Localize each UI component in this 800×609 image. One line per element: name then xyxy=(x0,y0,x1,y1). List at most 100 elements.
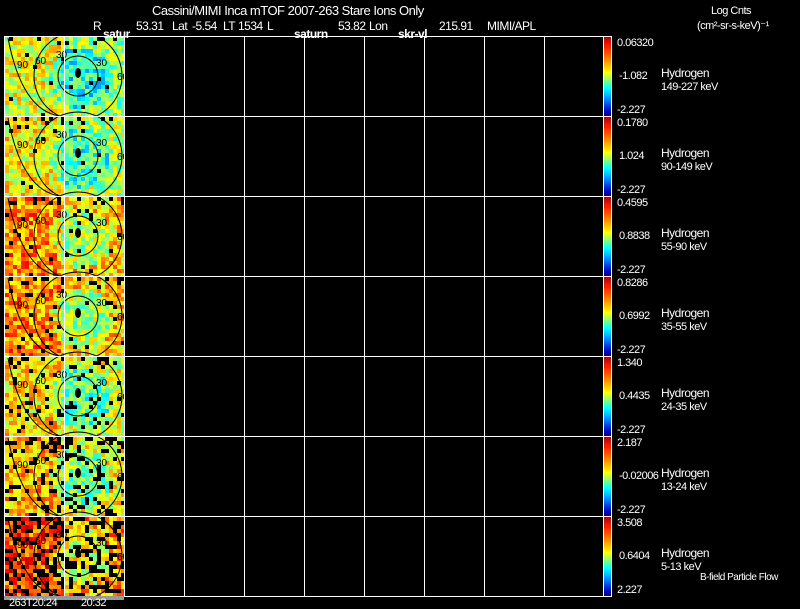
heatmap-cell xyxy=(25,313,29,317)
heatmap-cell xyxy=(49,333,53,337)
heatmap-cell xyxy=(5,489,9,493)
heatmap-cell xyxy=(89,45,93,49)
heatmap-cell xyxy=(109,237,113,241)
heatmap-cell xyxy=(89,129,93,133)
heatmap-cell xyxy=(5,129,9,133)
heatmap-cell xyxy=(13,213,17,217)
heatmap-cell xyxy=(45,181,49,185)
heatmap-cell xyxy=(73,565,77,569)
heatmap-cell xyxy=(13,429,17,433)
heatmap-cell xyxy=(41,549,45,553)
heatmap-cell xyxy=(37,277,41,281)
heatmap-cell xyxy=(65,477,69,481)
heatmap-cell xyxy=(105,93,109,97)
heatmap-cell xyxy=(69,73,73,77)
heatmap-cell xyxy=(101,473,105,477)
heatmap-cell xyxy=(85,321,89,325)
heatmap-cell xyxy=(73,221,77,225)
heatmap-cell xyxy=(101,453,105,457)
heatmap-cell xyxy=(57,429,61,433)
heatmap-cell xyxy=(57,101,61,105)
heatmap-cell xyxy=(65,361,69,365)
heatmap-cell xyxy=(57,177,61,181)
heatmap-cell xyxy=(17,165,21,169)
heatmap-cell xyxy=(33,45,37,49)
colorbar-mid: -0.02006 xyxy=(619,470,659,482)
heatmap-cell xyxy=(53,521,57,525)
heatmap-cell xyxy=(53,473,57,477)
heatmap-cell xyxy=(37,77,41,81)
heatmap-cell xyxy=(9,161,13,165)
heatmap-cell xyxy=(101,293,105,297)
heatmap-cell xyxy=(29,381,33,385)
heatmap-cell xyxy=(81,541,85,545)
heatmap-cell xyxy=(9,561,13,565)
heatmap-cell xyxy=(9,517,13,521)
heatmap-cell xyxy=(93,229,97,233)
contour-label: 30 xyxy=(96,458,108,469)
heatmap-cell xyxy=(109,437,113,441)
heatmap-cell xyxy=(13,401,17,405)
heatmap-cell xyxy=(65,265,69,269)
heatmap-cell xyxy=(89,561,93,565)
heatmap-cell xyxy=(85,485,89,489)
heatmap-cell xyxy=(33,525,37,529)
heatmap-cell xyxy=(105,529,109,533)
heatmap-cell xyxy=(5,185,9,189)
heatmap-cell xyxy=(49,305,53,309)
heatmap-cell xyxy=(73,321,77,325)
heatmap-cell xyxy=(89,397,93,401)
heatmap-cell xyxy=(117,357,121,361)
heatmap-cell xyxy=(33,349,37,353)
heatmap-cell xyxy=(81,81,85,85)
heatmap-cell xyxy=(49,489,53,493)
heatmap-cell xyxy=(69,101,73,105)
heatmap-cell xyxy=(109,57,113,61)
heatmap-cell xyxy=(81,337,85,341)
heatmap-cell xyxy=(89,545,93,549)
heatmap-cell xyxy=(49,325,53,329)
heatmap-cell xyxy=(37,73,41,77)
heatmap-cell xyxy=(109,177,113,181)
heatmap-cell xyxy=(113,509,117,513)
heatmap-cell xyxy=(85,541,89,545)
heatmap-cell xyxy=(49,229,53,233)
heatmap-cell xyxy=(89,589,93,593)
heatmap-cell xyxy=(37,41,41,45)
heatmap-cell xyxy=(101,209,105,213)
heatmap-cell xyxy=(101,85,105,89)
heatmap-cell xyxy=(49,577,53,581)
heatmap-cell xyxy=(89,165,93,169)
heatmap-cell xyxy=(85,125,89,129)
heatmap-cell xyxy=(97,533,101,537)
heatmap-cell xyxy=(109,153,113,157)
heatmap-cell xyxy=(13,369,17,373)
heatmap-cell xyxy=(73,569,77,573)
heatmap-cell xyxy=(109,565,113,569)
colorbar-mid: 0.6992 xyxy=(619,310,650,322)
heatmap-cell xyxy=(65,41,69,45)
heatmap-cell xyxy=(73,169,77,173)
heatmap-cell xyxy=(113,89,117,93)
heatmap-cell xyxy=(81,185,85,189)
heatmap-cell xyxy=(49,445,53,449)
heatmap-cell xyxy=(109,297,113,301)
heatmap-cell xyxy=(29,321,33,325)
heatmap-cell xyxy=(109,89,113,93)
heatmap-cell xyxy=(113,349,117,353)
heatmap-cell xyxy=(9,81,13,85)
heatmap-cell xyxy=(13,329,17,333)
heatmap-cell xyxy=(81,497,85,501)
heatmap-cell xyxy=(9,385,13,389)
heatmap-cell xyxy=(9,317,13,321)
heatmap-cell xyxy=(77,181,81,185)
heatmap-cell xyxy=(77,409,81,413)
heatmap-cell xyxy=(89,557,93,561)
heatmap-cell xyxy=(17,269,21,273)
heatmap-cell xyxy=(77,369,81,373)
heatmap-cell xyxy=(81,385,85,389)
heatmap-cell xyxy=(29,297,33,301)
heatmap-cell xyxy=(17,337,21,341)
heatmap-cell xyxy=(93,453,97,457)
heatmap-cell xyxy=(89,173,93,177)
